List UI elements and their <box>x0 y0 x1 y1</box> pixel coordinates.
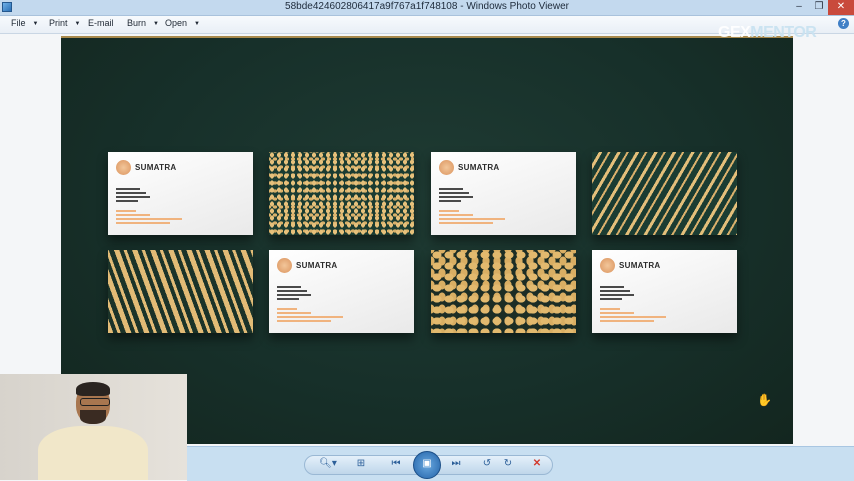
business-card-zebra-pattern <box>108 250 253 333</box>
next-icon[interactable]: ⏭ <box>447 456 465 472</box>
previous-icon[interactable]: ⏮ <box>387 456 405 472</box>
menu-email[interactable]: E-mail <box>88 18 114 28</box>
slideshow-icon[interactable]: ▣ <box>413 451 441 479</box>
sun-logo-icon <box>600 258 615 273</box>
minimize-button[interactable]: – <box>788 0 810 15</box>
zoom-icon[interactable]: 🔍︎▾ <box>317 456 339 472</box>
actual-size-icon[interactable]: ⊞ <box>352 456 370 472</box>
business-card-leopard-pattern <box>269 152 414 235</box>
chevron-down-icon: ▼ <box>74 21 81 27</box>
viewer-toolbar: 🔍︎▾ ⊞ ⏮ ▣ ⏭ ↺ ↻ ✕ <box>187 446 854 481</box>
chevron-down-icon: ▼ <box>194 21 200 27</box>
rotate-clockwise-icon[interactable]: ↻ <box>500 456 516 472</box>
menu-burn[interactable]: Burn ▼ <box>127 18 159 28</box>
card-brand: SUMATRA <box>296 261 338 270</box>
menu-print[interactable]: Print ▼ <box>49 18 80 28</box>
maximize-button[interactable]: ❐ <box>808 0 830 15</box>
photo-top-border <box>61 36 793 38</box>
business-card-white: SUMATRA <box>108 152 253 235</box>
business-card-white: SUMATRA <box>431 152 576 235</box>
help-icon[interactable]: ? <box>838 18 849 29</box>
close-button[interactable]: ✕ <box>828 0 854 15</box>
menu-file[interactable]: File ▼ <box>11 18 38 28</box>
card-brand: SUMATRA <box>135 163 177 172</box>
sun-logo-icon <box>116 160 131 175</box>
sun-logo-icon <box>277 258 292 273</box>
window-title: 58bde424602806417a9f767a1f748108 - Windo… <box>285 1 569 12</box>
hand-cursor-icon: ✋ <box>757 393 772 407</box>
rotate-counterclockwise-icon[interactable]: ↺ <box>479 456 495 472</box>
business-card-white: SUMATRA <box>269 250 414 333</box>
webcam-overlay <box>0 374 187 480</box>
business-card-stripe-pattern <box>592 152 737 235</box>
chevron-down-icon: ▼ <box>32 21 39 27</box>
menu-open[interactable]: Open ▼ <box>165 18 200 28</box>
card-brand: SUMATRA <box>619 261 661 270</box>
gexmentor-watermark-logo: GEXMENTOR <box>718 24 817 41</box>
card-brand: SUMATRA <box>458 163 500 172</box>
business-card-giraffe-pattern <box>431 250 576 333</box>
chevron-down-icon: ▼ <box>153 21 159 27</box>
sun-logo-icon <box>439 160 454 175</box>
delete-icon[interactable]: ✕ <box>529 456 545 472</box>
title-bar: 58bde424602806417a9f767a1f748108 - Windo… <box>0 0 854 16</box>
business-card-white: SUMATRA <box>592 250 737 333</box>
